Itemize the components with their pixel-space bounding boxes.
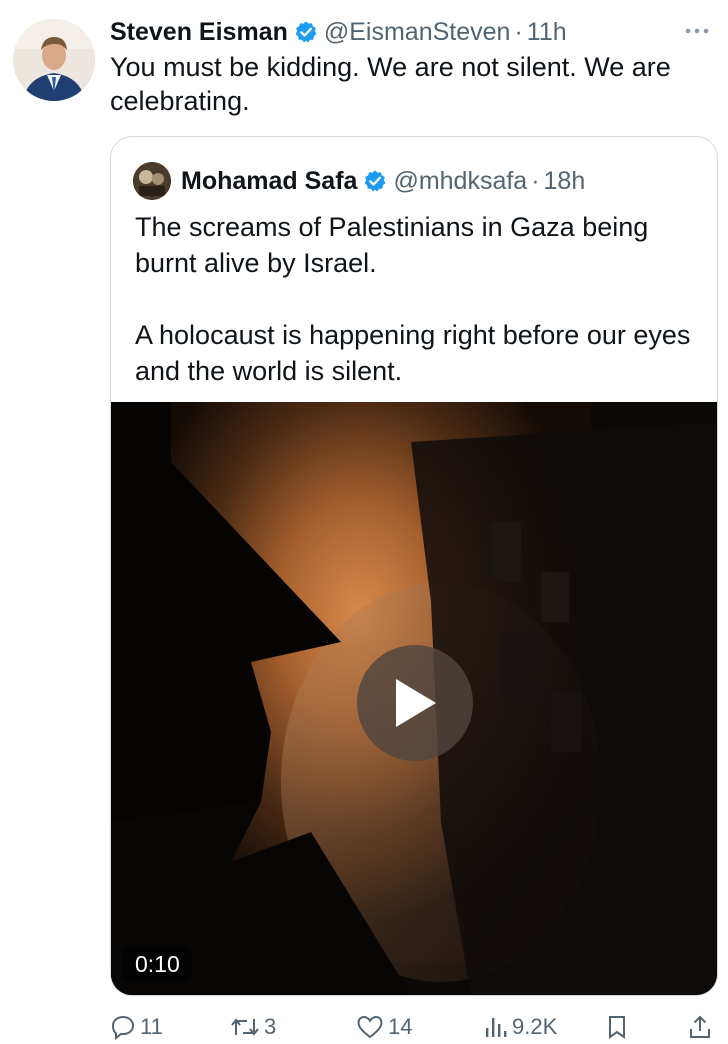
share-icon	[690, 1015, 710, 1038]
video-duration: 0:10	[123, 945, 192, 983]
author-name[interactable]: Steven Eisman	[110, 18, 288, 47]
video-player[interactable]: 0:10	[111, 402, 717, 995]
quoted-author-avatar[interactable]	[133, 162, 171, 200]
quoted-author-handle[interactable]: @mhdksafa	[393, 167, 527, 196]
reply-button[interactable]: 11	[110, 1012, 163, 1042]
author-avatar-image	[13, 19, 95, 101]
bookmark-icon	[609, 1016, 625, 1039]
repost-icon	[231, 1018, 259, 1036]
quoted-tweet-card[interactable]: Mohamad Safa @mhdksafa · 18h The screams…	[110, 136, 718, 996]
quoted-tweet-header: Mohamad Safa @mhdksafa · 18h	[133, 161, 585, 201]
share-button[interactable]	[688, 1012, 712, 1042]
like-icon	[357, 1015, 383, 1039]
tweet-text: You must be kidding. We are not silent. …	[110, 52, 671, 116]
repost-count: 3	[264, 1014, 277, 1039]
tweet-header: Steven Eisman @EismanSteven · 11h	[110, 15, 710, 49]
quoted-tweet-timestamp[interactable]: 18h	[544, 167, 586, 196]
separator-dot: ·	[531, 166, 540, 195]
quoted-tweet-paragraph: The screams of Palestinians in Gaza bein…	[135, 212, 649, 278]
reply-count: 11	[140, 1014, 163, 1039]
separator-dot: ·	[514, 17, 523, 46]
tweet-timestamp[interactable]: 11h	[527, 18, 567, 47]
views-icon	[486, 1018, 507, 1037]
play-icon	[396, 679, 436, 727]
quoted-tweet-text: The screams of Palestinians in Gaza bein…	[135, 209, 695, 425]
quoted-tweet-paragraph: A holocaust is happening right before ou…	[135, 320, 691, 386]
verified-badge-icon	[363, 169, 387, 193]
quoted-author-name[interactable]: Mohamad Safa	[181, 167, 357, 196]
more-options-icon[interactable]	[684, 21, 710, 41]
like-button[interactable]: 14	[356, 1012, 412, 1042]
views-button[interactable]: 9.2K	[482, 1012, 557, 1042]
bookmark-button[interactable]	[606, 1012, 628, 1042]
tweet-action-bar: 11 3 14 9.2K	[110, 1012, 720, 1044]
play-button[interactable]	[357, 645, 473, 761]
views-count: 9.2K	[512, 1014, 558, 1039]
author-avatar[interactable]	[13, 19, 95, 101]
reply-icon	[111, 1015, 135, 1040]
repost-button[interactable]: 3	[230, 1012, 276, 1042]
like-count: 14	[388, 1014, 413, 1039]
verified-badge-icon	[294, 20, 318, 44]
author-handle[interactable]: @EismanSteven	[324, 18, 511, 47]
